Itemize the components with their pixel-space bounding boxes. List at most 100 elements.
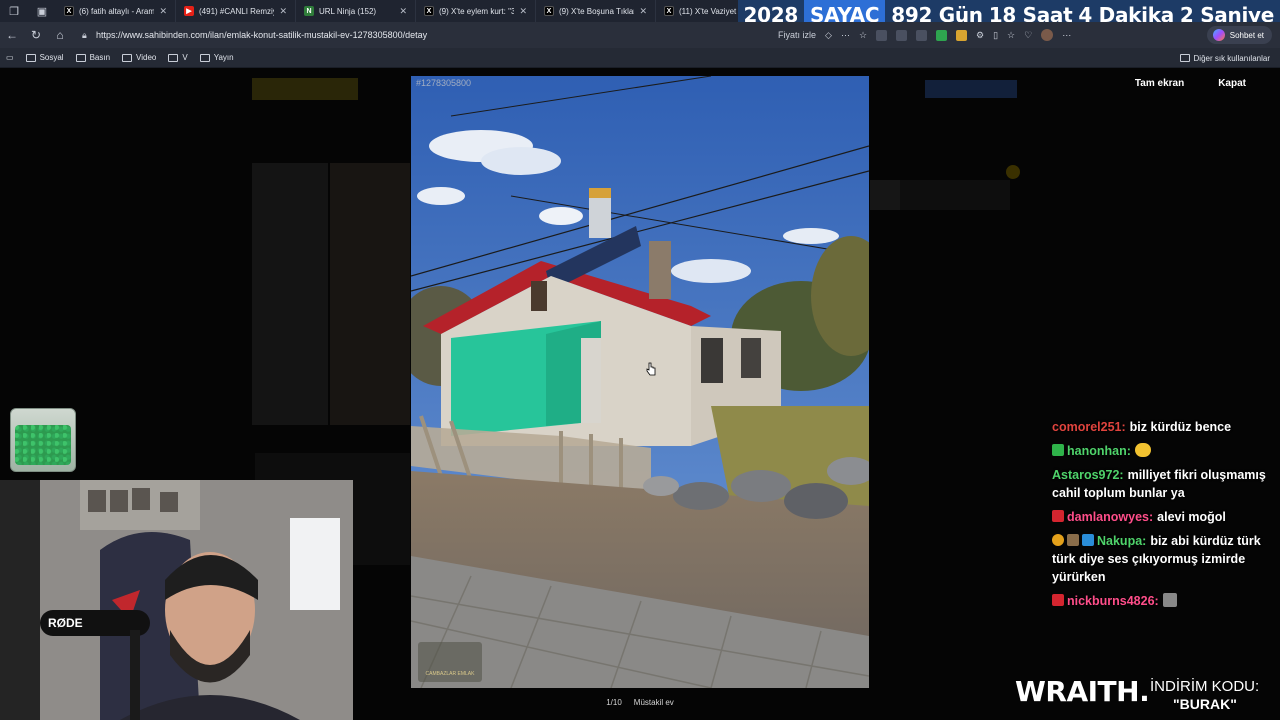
back-icon[interactable]: ← (0, 22, 24, 48)
dimmed-panel (252, 163, 328, 425)
photo-id-watermark: #1278305800 (416, 78, 472, 88)
copilot-icon (1212, 29, 1225, 41)
extension-icon[interactable] (876, 29, 888, 41)
bookmark-folder[interactable]: Video (122, 53, 156, 62)
subscriber-badge-icon (1067, 534, 1079, 546)
lightbox-controls: Tam ekran Kapat (1135, 78, 1246, 89)
chat-copilot-button[interactable]: Sohbet et (1206, 26, 1272, 44)
webcam-illustration (0, 480, 353, 720)
price-watch-button[interactable]: Fiyatı izle (778, 30, 816, 40)
extension-icon[interactable] (956, 29, 968, 41)
chat-message: Nakupa: biz abi kürdüz türk türk diye ses… (1052, 532, 1277, 586)
ninja-icon: N (304, 6, 314, 16)
chat-username: damlanowyes: (1067, 510, 1154, 524)
favorite-icon[interactable]: ☆ (859, 30, 867, 41)
browser-tab[interactable]: N URL Ninja (152) ✕ (296, 0, 416, 22)
tab-title: (9) X'te Boşuna Tıklama (559, 6, 634, 16)
close-tab-icon[interactable]: ✕ (639, 6, 647, 17)
chat-button-label: Sohbet et (1229, 30, 1264, 40)
folder-icon (25, 53, 36, 62)
folder-icon (199, 53, 210, 62)
bookmark-label: Basın (89, 53, 111, 62)
bookmark-folder[interactable]: V (168, 53, 188, 62)
chat-username: Astaros972: (1052, 468, 1124, 482)
photo-counter: 1/10 (606, 698, 622, 707)
photo-caption: Müstakil ev (633, 698, 674, 707)
close-button[interactable]: Kapat (1218, 78, 1246, 89)
profile-avatar[interactable] (1041, 29, 1054, 41)
extension-icon[interactable] (916, 29, 928, 41)
microphone-brand: RØDE (48, 616, 83, 630)
lock-icon[interactable]: 🔒︎ (82, 22, 87, 48)
folder-icon (122, 53, 133, 62)
split-screen-icon[interactable]: ▯ (993, 30, 998, 41)
menu-icon[interactable]: ⋯ (1062, 30, 1071, 41)
listing-photo[interactable] (411, 76, 869, 688)
folder-icon (1179, 54, 1190, 62)
browser-tab[interactable]: X (6) fatih altaylı - Arama ✕ (56, 0, 176, 22)
emote-icon (1134, 443, 1151, 457)
chat-message: hanonhan: (1052, 442, 1277, 460)
fullscreen-button[interactable]: Tam ekran (1135, 78, 1184, 89)
url-field[interactable]: https://www.sahibinden.com/ilan/emlak-ko… (96, 22, 427, 48)
bookmark-folder[interactable]: Basın (75, 53, 111, 62)
bookmark-label: Yayın (213, 53, 234, 62)
discount-code-label: İNDİRİM KODU: (1150, 678, 1260, 695)
home-icon[interactable]: ⌂ (48, 22, 72, 48)
tag-icon[interactable]: ◇ (825, 30, 832, 41)
x-icon: X (544, 6, 554, 16)
folder-icon (168, 53, 179, 62)
bead-jar-beads (15, 425, 71, 465)
chat-message: nickburns4826: (1052, 592, 1277, 610)
sponsor-logo: WRAITH. (1015, 675, 1150, 708)
favorites-icon[interactable]: ☆ (1007, 30, 1015, 41)
address-bar-actions: Fiyatı izle ◇ ⋯ ☆ ⚙ ▯ ☆ ♡ ⋯ (778, 22, 1071, 48)
folder-icon (75, 53, 86, 62)
dimmed-button (925, 80, 1017, 98)
stream-chat: comorel251: biz kürdüz bence hanonhan: As… (1052, 420, 1277, 616)
browser-tab[interactable]: ▶ (491) #CANLI Remziye ✕ (176, 0, 296, 22)
chat-message: damlanowyes: alevi moğol (1052, 508, 1277, 526)
browser-tab[interactable]: X (9) X'te eylem kurt: "3 ✕ (416, 0, 536, 22)
collections-icon[interactable]: ♡ (1024, 30, 1032, 41)
hand-cursor-icon (646, 362, 656, 376)
other-bookmarks-label: Diğer sık kullanılanlar (1193, 53, 1270, 63)
more-icon[interactable]: ⋯ (841, 30, 850, 41)
close-tab-icon[interactable]: ✕ (519, 6, 527, 17)
prime-badge-icon (1082, 534, 1094, 546)
emote-icon (1162, 593, 1177, 607)
bookmark-folder[interactable]: Sosyal (25, 53, 64, 62)
bookmark-folder[interactable]: Yayın (199, 53, 234, 62)
tab-title: (9) X'te eylem kurt: "3 (439, 6, 515, 16)
x-icon: X (664, 6, 674, 16)
chat-username: Nakupa: (1097, 534, 1147, 548)
sponsor-banner: WRAITH. İNDİRİM KODU: "BURAK" (1015, 675, 1280, 720)
address-bar: ← ↻ ⌂ 🔒︎ https://www.sahibinden.com/ilan… (0, 22, 1280, 48)
close-tab-icon[interactable]: ✕ (279, 6, 287, 17)
screen: ❐ ▣ X (6) fatih altaylı - Arama ✕ ▶ (491… (0, 0, 1280, 720)
browser-tab[interactable]: X (9) X'te Boşuna Tıklama ✕ (536, 0, 656, 22)
close-tab-icon[interactable]: ✕ (159, 6, 167, 17)
dimmed-panel (330, 163, 410, 425)
dimmed-badge (1006, 165, 1020, 179)
chat-username: nickburns4826: (1067, 594, 1159, 608)
extension-icon[interactable] (936, 29, 948, 41)
browser-tab[interactable]: X (11) X'te Vaziyet H (656, 0, 746, 22)
tab-title: (11) X'te Vaziyet H (679, 6, 738, 16)
bookmarks-manage-icon[interactable]: ▭ (6, 53, 14, 62)
webcam-feed: RØDE (0, 480, 353, 720)
bookmarks-bar: ▭ Sosyal Basın Video V Yayın Diğer sık k… (0, 48, 1280, 68)
chat-text: alevi moğol (1157, 510, 1226, 524)
close-tab-icon[interactable]: ✕ (399, 6, 407, 17)
extension-icon[interactable] (896, 29, 908, 41)
refresh-icon[interactable]: ↻ (24, 22, 48, 48)
gifter-badge-icon (1052, 534, 1064, 546)
workspaces-icon[interactable]: ❐ (0, 0, 28, 22)
tab-actions-icon[interactable]: ▣ (28, 0, 56, 22)
other-bookmarks[interactable]: Diğer sık kullanılanlar (1179, 48, 1270, 68)
tab-title: (6) fatih altaylı - Arama (79, 6, 155, 16)
extensions-icon[interactable]: ⚙ (976, 30, 984, 41)
youtube-icon: ▶ (184, 6, 194, 16)
subscriber-badge-icon (1052, 594, 1064, 606)
bookmark-label: Sosyal (39, 53, 64, 62)
